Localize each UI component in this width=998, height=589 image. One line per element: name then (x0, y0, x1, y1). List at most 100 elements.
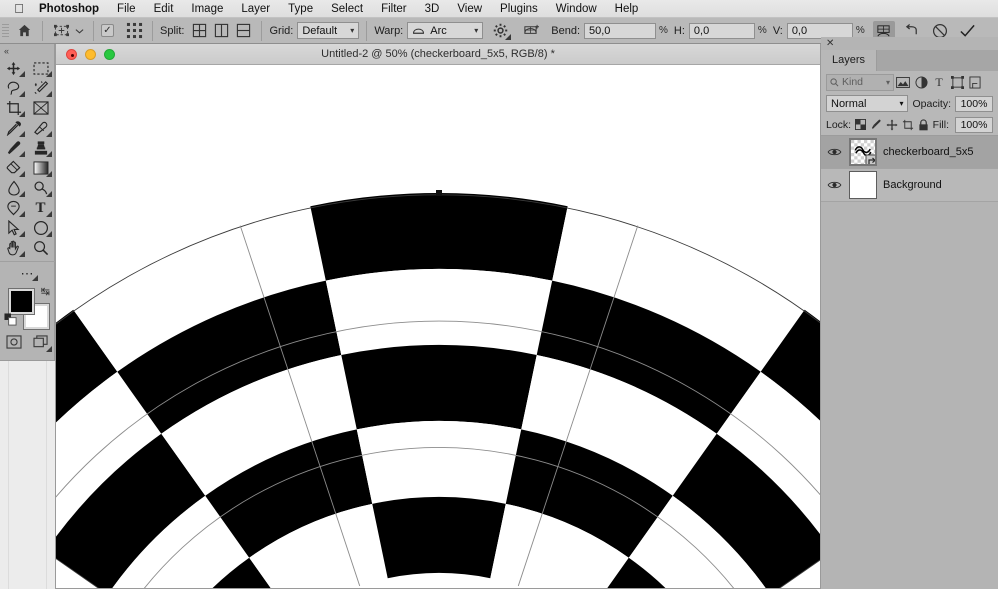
h-label: H: (673, 24, 685, 37)
menu-help[interactable]: Help (606, 0, 648, 18)
default-colors-icon[interactable] (4, 313, 17, 329)
eye-visible-icon[interactable] (825, 180, 843, 190)
left-background-strip (0, 361, 55, 589)
chevron-down-icon: ▾ (885, 77, 890, 87)
chevron-down-icon: ▾ (474, 26, 479, 35)
divider (261, 20, 263, 41)
eraser-tool[interactable] (0, 158, 27, 178)
close-panel-icon[interactable]: ✕ (821, 37, 998, 50)
checkerboard-transparency-thumbnail[interactable] (849, 138, 877, 166)
toolbar-bottom (0, 331, 55, 353)
lock-position-icon[interactable] (886, 116, 899, 134)
double-chevron-left-icon[interactable]: « (0, 44, 54, 58)
lock-label: Lock: (826, 118, 852, 131)
lock-image-pixels-icon[interactable] (870, 116, 883, 134)
lock-transparent-pixels-icon[interactable] (854, 116, 867, 134)
document-window: Untitled-2 @ 50% (checkerboard_5x5, RGB/… (55, 44, 821, 589)
menu-file[interactable]: File (108, 0, 145, 18)
brush-tool[interactable] (0, 138, 27, 158)
dodge-tool[interactable] (27, 178, 54, 198)
shape-layers-filter-icon[interactable] (948, 73, 966, 91)
ellipsis-more-tools-icon[interactable]: ⋯ (0, 265, 55, 283)
adjustment-layers-filter-icon[interactable] (912, 73, 930, 91)
layer-row-checkerboard[interactable]: checkerboard_5x5 (821, 136, 998, 169)
type-tool[interactable]: T (27, 198, 54, 218)
tools-panel: « T ⋯ ↹ (0, 44, 55, 361)
rectangular-marquee-tool[interactable] (27, 58, 54, 78)
search-icon (830, 77, 839, 87)
eye-visible-icon[interactable] (825, 147, 843, 157)
menu-image[interactable]: Image (182, 0, 232, 18)
menu-edit[interactable]: Edit (145, 0, 183, 18)
fill-input[interactable]: 100% (955, 116, 993, 133)
menu-view[interactable]: View (448, 0, 491, 18)
screen-mode-icon[interactable] (27, 331, 54, 353)
menu-window[interactable]: Window (547, 0, 606, 18)
close-button[interactable] (66, 48, 77, 60)
hand-tool[interactable] (0, 238, 27, 258)
white-background-thumbnail[interactable] (849, 171, 877, 199)
home-icon[interactable] (13, 21, 35, 41)
canvas-area[interactable] (56, 65, 820, 588)
blend-mode-value: Normal (831, 97, 867, 110)
filter-kind-select[interactable]: Kind ▾ (826, 73, 894, 91)
transform-preset-icon[interactable] (50, 21, 72, 41)
layer-name: checkerboard_5x5 (883, 146, 974, 158)
menu-select[interactable]: Select (322, 0, 372, 18)
lock-artboard-nesting-icon[interactable] (901, 116, 914, 134)
blur-tool[interactable] (0, 178, 27, 198)
tab-layers[interactable]: Layers (821, 50, 878, 71)
ellipse-tool[interactable] (27, 218, 54, 238)
lasso-tool[interactable] (0, 78, 27, 98)
warp-label: Warp: (374, 24, 404, 37)
layer-row-background[interactable]: Background (821, 169, 998, 202)
gear-icon[interactable] (489, 21, 512, 41)
split-horizontal-icon[interactable] (232, 21, 254, 41)
menu-filter[interactable]: Filter (372, 0, 416, 18)
grid-select[interactable]: Default ▾ (297, 22, 360, 39)
lock-all-icon[interactable] (917, 116, 930, 134)
menu-photoshop[interactable]: Photoshop (30, 0, 108, 18)
zoom-tool[interactable] (27, 238, 54, 258)
warp-orientation-icon[interactable] (519, 21, 541, 41)
bend-input[interactable]: 50,0 (584, 22, 656, 39)
maximize-button[interactable] (104, 48, 115, 60)
pen-tool[interactable] (0, 198, 27, 218)
path-selection-tool[interactable] (0, 218, 27, 238)
h-input[interactable]: 0,0 (688, 22, 755, 39)
document-title-bar[interactable]: Untitled-2 @ 50% (checkerboard_5x5, RGB/… (56, 44, 820, 65)
spot-healing-brush-tool[interactable] (27, 118, 54, 138)
apple-logo-icon[interactable]:  (8, 2, 30, 15)
show-transform-controls-checkbox[interactable]: ✓ (101, 24, 114, 37)
menu-plugins[interactable]: Plugins (491, 0, 547, 18)
menu-3d[interactable]: 3D (416, 0, 449, 18)
blend-mode-select[interactable]: Normal ▾ (826, 95, 909, 112)
magic-wand-tool[interactable] (27, 78, 54, 98)
gradient-tool[interactable] (27, 158, 54, 178)
quick-mask-icon[interactable] (0, 331, 27, 353)
frame-tool[interactable] (27, 98, 54, 118)
menu-type[interactable]: Type (279, 0, 322, 18)
swap-colors-icon[interactable]: ↹ (41, 285, 50, 298)
crop-tool[interactable] (0, 98, 27, 118)
smart-object-filter-icon[interactable] (966, 73, 984, 91)
reference-point-grid-icon[interactable] (123, 21, 145, 41)
eyedropper-tool[interactable] (0, 118, 27, 138)
opacity-input[interactable]: 100% (955, 95, 993, 112)
split-vertical-icon[interactable] (210, 21, 232, 41)
divider (42, 20, 43, 41)
pixel-layers-filter-icon[interactable] (894, 73, 912, 91)
minimize-button[interactable] (85, 48, 96, 60)
move-tool[interactable] (0, 58, 27, 78)
menu-layer[interactable]: Layer (232, 0, 279, 18)
warp-style-select[interactable]: Arc ▾ (407, 22, 484, 39)
clone-stamp-tool[interactable] (27, 138, 54, 158)
transform-preset-caret-icon[interactable] (72, 21, 86, 41)
split-crosswise-icon[interactable] (188, 21, 210, 41)
warp-value: Arc (430, 24, 447, 37)
opacity-label: Opacity: (912, 97, 951, 110)
warp-anchor-point[interactable] (436, 190, 442, 196)
options-bar-grip[interactable] (2, 21, 9, 41)
type-layers-filter-icon[interactable]: T (930, 73, 948, 91)
foreground-color-swatch[interactable] (9, 289, 34, 314)
